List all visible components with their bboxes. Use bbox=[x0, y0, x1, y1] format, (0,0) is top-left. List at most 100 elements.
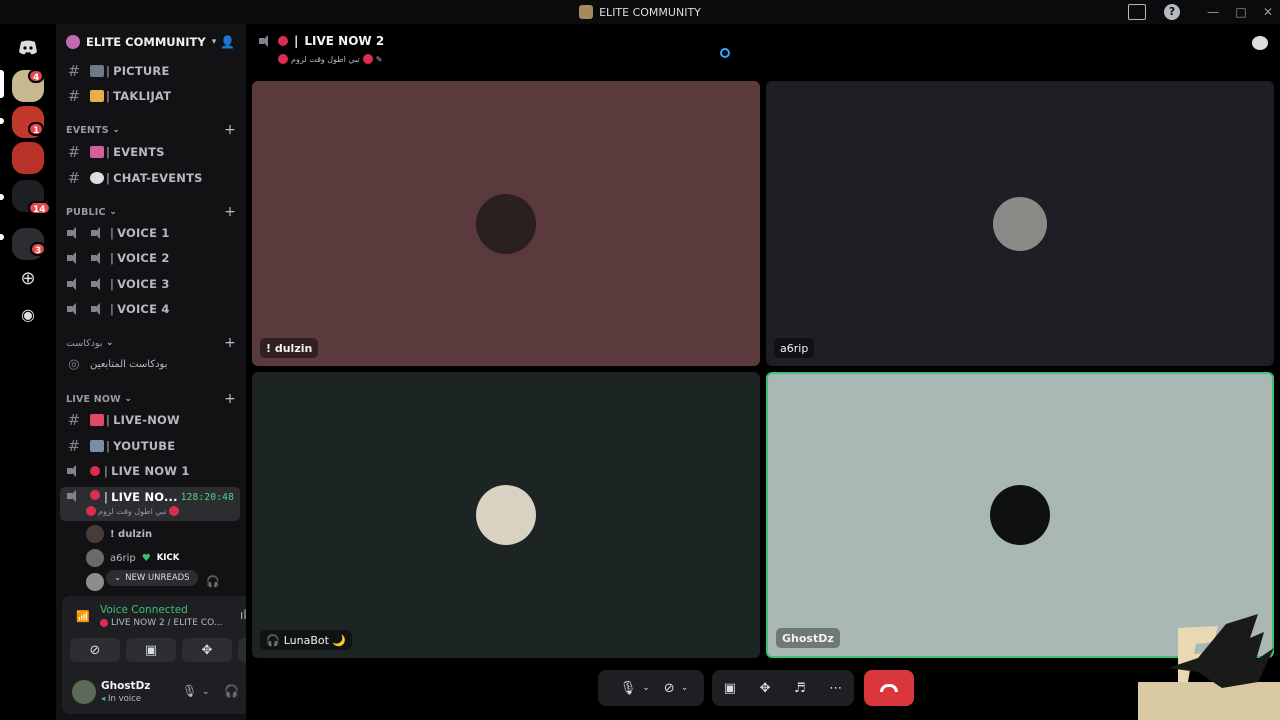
camera-icon bbox=[90, 65, 104, 77]
title-bar: ELITE COMMUNITY ? — □ ✕ bbox=[0, 0, 1280, 24]
add-channel-icon[interactable]: + bbox=[224, 122, 236, 138]
connection-icon[interactable]: 📶 bbox=[76, 610, 90, 624]
mic-icon[interactable]: 🎙 bbox=[182, 684, 197, 698]
voice-status[interactable]: Voice Connected bbox=[100, 604, 188, 616]
headset-icon: 🎧 bbox=[266, 633, 280, 647]
channel-taklijat[interactable]: # | TAKLIJAT bbox=[60, 84, 240, 108]
hang-up-button[interactable] bbox=[864, 670, 914, 706]
channel-podcast-stage[interactable]: ◎ بودكاست المتابعين bbox=[60, 352, 240, 376]
invite-icon[interactable]: 👤 bbox=[220, 35, 236, 49]
avatar[interactable] bbox=[72, 680, 96, 704]
red-circle-icon bbox=[90, 490, 100, 500]
red-circle-icon bbox=[86, 506, 96, 516]
category-label: LIVE NOW bbox=[66, 393, 121, 405]
category-events[interactable]: EVENTS ⌄ + bbox=[66, 122, 236, 138]
add-channel-icon[interactable]: + bbox=[224, 204, 236, 220]
help-icon[interactable]: ? bbox=[1164, 4, 1180, 20]
discord-home-button[interactable] bbox=[12, 32, 44, 64]
minimize-button[interactable]: — bbox=[1201, 0, 1225, 24]
discord-icon bbox=[19, 40, 37, 55]
scroll-icon bbox=[90, 90, 104, 102]
tile-name: ! dulzin bbox=[266, 341, 313, 355]
close-button[interactable]: ✕ bbox=[1256, 0, 1280, 24]
notification-badge: 1 bbox=[28, 122, 45, 136]
channel-voice-1[interactable]: | VOICE 1 bbox=[60, 221, 240, 245]
window-title: ELITE COMMUNITY bbox=[579, 5, 701, 19]
more-icon[interactable]: ⋯ bbox=[829, 681, 842, 696]
tile-name: GhostDz bbox=[782, 631, 834, 645]
user-status: ◂ In voice bbox=[101, 694, 142, 704]
server-red-eagle-2[interactable] bbox=[12, 142, 44, 174]
activities-icon[interactable]: ✥ bbox=[760, 681, 771, 696]
red-circle-icon bbox=[362, 54, 373, 64]
add-channel-icon[interactable]: + bbox=[224, 391, 236, 407]
mic-camera-group: 🎙 ⌄ ⊘ ⌄ bbox=[598, 670, 704, 706]
voice-member[interactable]: a6rip ♥ KICK bbox=[86, 547, 179, 569]
channel-live-now-2[interactable]: | LIVE NO... 128:20:48 تبي اطول وقت لزوم bbox=[60, 487, 240, 521]
voice-stage: | LIVE NOW 2 تبي اطول وقت لزوم ✎ ! dulzi… bbox=[246, 24, 1280, 720]
speaker-icon bbox=[66, 303, 82, 315]
category-public[interactable]: PUBLIC ⌄ + bbox=[66, 204, 236, 220]
channel-label: VOICE 4 bbox=[117, 302, 170, 316]
channel-voice-3[interactable]: | VOICE 3 bbox=[60, 272, 240, 296]
chevron-down-icon[interactable]: ⌄ bbox=[642, 683, 650, 693]
chat-icon[interactable] bbox=[1252, 36, 1268, 50]
speaker-icon bbox=[66, 252, 82, 264]
voice-member[interactable]: ! dulzin bbox=[86, 523, 152, 545]
speaker-emoji-icon bbox=[90, 252, 106, 264]
maximize-button[interactable]: □ bbox=[1229, 0, 1253, 24]
camera-off-icon[interactable]: ⊘ bbox=[664, 681, 675, 696]
speaker-icon bbox=[66, 278, 82, 290]
mic-icon[interactable]: 🎙 bbox=[620, 681, 637, 696]
avatar bbox=[476, 485, 536, 545]
inbox-icon[interactable] bbox=[1128, 4, 1146, 20]
loading-spinner bbox=[720, 48, 730, 58]
stage-header: | LIVE NOW 2 bbox=[258, 34, 384, 48]
video-tile[interactable]: 🎧 LunaBot 🌙 bbox=[252, 372, 760, 658]
category-label: PUBLIC bbox=[66, 206, 106, 218]
screen-share-button[interactable]: ▣ bbox=[126, 638, 176, 662]
speaker-icon bbox=[66, 490, 82, 502]
channel-chat-events[interactable]: # | CHAT-EVENTS bbox=[60, 166, 240, 190]
add-server-icon[interactable]: ⊕ bbox=[12, 264, 44, 296]
channel-label: EVENTS bbox=[113, 145, 165, 159]
voice-channel-link[interactable]: LIVE NOW 2 / ELITE CO... bbox=[100, 618, 222, 628]
activities-button[interactable]: ✥ bbox=[182, 638, 232, 662]
screen-share-icon[interactable]: ▣ bbox=[724, 681, 736, 696]
guild-header[interactable]: ELITE COMMUNITY ▾ bbox=[56, 24, 246, 60]
chevron-down-icon[interactable]: ⌄ bbox=[202, 687, 210, 697]
voice-member[interactable] bbox=[86, 571, 104, 593]
channel-sidebar: ELITE COMMUNITY ▾ 👤 # | PICTURE # | TAKLIJAT… bbox=[56, 24, 296, 720]
edit-icon[interactable]: ✎ bbox=[376, 55, 383, 64]
channel-label: CHAT-EVENTS bbox=[113, 171, 203, 185]
soundboard-icon[interactable]: ♬ bbox=[794, 681, 806, 696]
user-name[interactable]: GhostDz bbox=[101, 680, 150, 692]
add-channel-icon[interactable]: + bbox=[224, 335, 236, 351]
camera-off-button[interactable]: ⊘ bbox=[70, 638, 120, 662]
stage-status[interactable]: تبي اطول وقت لزوم ✎ bbox=[278, 54, 382, 64]
headphones-icon[interactable]: 🎧 bbox=[224, 684, 239, 698]
category-podcast[interactable]: بودكاست ⌄ + bbox=[66, 335, 236, 351]
channel-picture[interactable]: # | PICTURE bbox=[60, 59, 240, 83]
channel-live-now-1[interactable]: | LIVE NOW 1 bbox=[60, 459, 240, 483]
avatar bbox=[990, 485, 1050, 545]
unread-indicator bbox=[0, 194, 4, 200]
speaker-icon bbox=[66, 465, 82, 477]
channel-youtube[interactable]: # | YOUTUBE bbox=[60, 434, 240, 458]
video-tile[interactable]: a6rip bbox=[766, 81, 1274, 366]
video-tile[interactable]: ! dulzin bbox=[252, 81, 760, 366]
channel-status-text: تبي اطول وقت لزوم bbox=[98, 506, 167, 516]
avatar bbox=[86, 525, 104, 543]
channel-live-now[interactable]: # | LIVE-NOW bbox=[60, 408, 240, 432]
chevron-down-icon[interactable]: ⌄ bbox=[681, 683, 689, 693]
discover-icon[interactable]: ◉ bbox=[12, 300, 44, 332]
channel-voice-2[interactable]: | VOICE 2 bbox=[60, 246, 240, 270]
channel-events[interactable]: # | EVENTS bbox=[60, 140, 240, 164]
notification-badge: 4 bbox=[28, 69, 45, 83]
category-live-now[interactable]: LIVE NOW ⌄ + bbox=[66, 391, 236, 407]
hash-icon: # bbox=[67, 143, 81, 161]
channel-voice-4[interactable]: | VOICE 4 bbox=[60, 297, 240, 321]
speaker-icon bbox=[66, 227, 82, 239]
chevron-down-icon: ▾ bbox=[211, 37, 217, 47]
new-unreads-button[interactable]: ⌄ NEW UNREADS bbox=[106, 570, 198, 586]
